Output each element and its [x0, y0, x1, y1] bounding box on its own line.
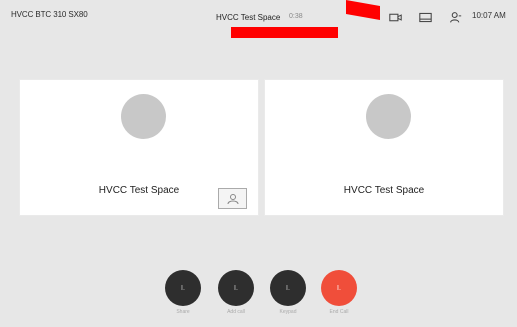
keypad-icon: I. — [286, 284, 290, 292]
clock: 10:07 AM — [472, 11, 506, 20]
participant-tile[interactable]: HVCC Test Space — [19, 79, 259, 216]
top-toolbar — [388, 10, 463, 25]
participant-name: HVCC Test Space — [343, 185, 425, 196]
add-call-button[interactable]: I. Add call — [218, 270, 254, 315]
share-label: Share — [176, 309, 190, 315]
avatar — [121, 94, 166, 139]
participants-icon[interactable] — [448, 10, 463, 25]
redaction-bar — [231, 27, 338, 38]
share-icon: I. — [181, 284, 185, 292]
end-call-label: End Call — [329, 309, 349, 315]
call-title[interactable]: HVCC Test Space — [216, 13, 280, 22]
device-name: HVCC BTC 310 SX80 — [11, 10, 88, 19]
keypad-button[interactable]: I. Keypad — [270, 270, 306, 315]
camera-icon[interactable] — [388, 10, 403, 25]
layout-icon[interactable] — [418, 10, 433, 25]
share-button[interactable]: I. Share — [165, 270, 201, 315]
avatar — [366, 94, 411, 139]
add-call-label: Add call — [227, 309, 245, 315]
redaction-corner — [346, 0, 380, 20]
end-call-icon: I. — [337, 284, 341, 292]
call-screen: HVCC BTC 310 SX80 HVCC Test Space 0:38 1… — [0, 0, 517, 327]
participant-tile[interactable]: HVCC Test Space — [264, 79, 504, 216]
self-view-button[interactable] — [218, 188, 247, 209]
add-call-icon: I. — [234, 284, 238, 292]
end-call-button[interactable]: I. End Call — [321, 270, 357, 315]
call-duration: 0:38 — [289, 13, 303, 20]
self-view-icon — [227, 193, 238, 204]
